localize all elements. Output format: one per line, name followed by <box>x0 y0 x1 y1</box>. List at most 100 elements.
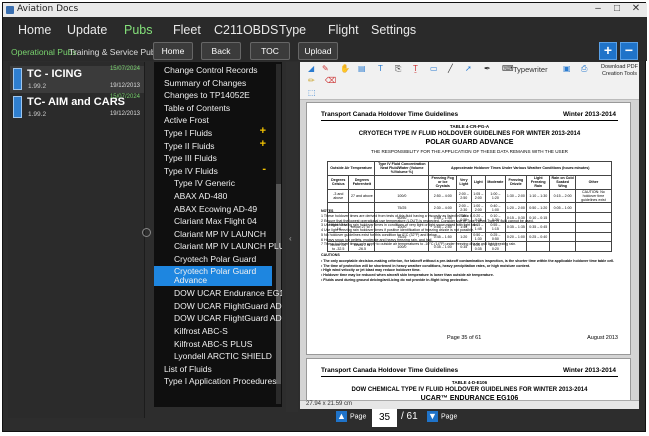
scrollbar-thumb[interactable] <box>276 184 281 384</box>
toc-item[interactable]: Type II Fluids + <box>154 138 272 153</box>
select-tool-icon[interactable]: ⬚ <box>308 88 316 97</box>
toc-item[interactable]: Cryotech Polar Guard Advance <box>154 265 272 286</box>
table-title: DOW CHEMICAL TYPE IV FLUID HOLDOVER GUID… <box>351 387 588 393</box>
arrow-tool-icon[interactable]: ◢ <box>308 64 314 73</box>
menu-pubs[interactable]: Pubs <box>124 23 153 37</box>
toc-item-label: Type III Fluids <box>164 153 217 164</box>
menu-home[interactable]: Home <box>18 23 51 37</box>
table-header-cell: Type IV Fluid Concentration Neat Fluid/W… <box>374 161 430 176</box>
toc-item[interactable]: Kilfrost ABC-S PLUS <box>154 338 272 351</box>
toc-item[interactable]: DOW UCAR Endurance EG106 <box>154 287 282 300</box>
close-icon[interactable]: ✕ <box>626 3 646 16</box>
toc-item-label: ABAX AD-480 <box>174 191 228 201</box>
menu-type[interactable]: Type <box>279 23 306 37</box>
toc-item[interactable]: Table of Contents <box>154 102 272 115</box>
collapse-arrow-icon[interactable]: ‹ <box>289 234 292 243</box>
eraser-tool-icon[interactable]: ⌫ <box>325 76 336 85</box>
menu-flight[interactable]: Flight <box>328 23 359 37</box>
menu-settings[interactable]: Settings <box>371 23 416 37</box>
underline-tool-icon[interactable]: Ṯ <box>413 64 418 73</box>
menu-update[interactable]: Update <box>67 23 107 37</box>
table-id: TABLE 4-CR-PG-A <box>449 124 490 129</box>
zoom-out-button[interactable]: − <box>620 42 638 60</box>
book-update-date: 15/07/2024 <box>109 66 140 72</box>
menu-fleet[interactable]: Fleet <box>173 23 201 37</box>
book-item[interactable]: TC- AIM and CARS 1.99.2 15/07/2024 19/12… <box>10 94 144 121</box>
toc-item-label: ABAX Ecowing AD-49 <box>174 203 258 214</box>
highlight-tool-icon[interactable]: ▤ <box>358 64 366 73</box>
toc-item[interactable]: Active Frost <box>154 114 272 127</box>
panel-resize-handle[interactable] <box>142 228 151 237</box>
page-total: / 61 <box>401 411 418 422</box>
toc-item[interactable]: Changes to TP14052E <box>154 89 272 102</box>
toc-item[interactable]: Type IV Generic <box>154 177 272 190</box>
typewriter-icon[interactable]: ⌨ <box>502 64 514 73</box>
header-rule <box>321 376 618 377</box>
book-icon <box>13 96 22 118</box>
toc-item-label: Type IV Fluids <box>164 165 218 176</box>
toc-item[interactable]: Summary of Changes <box>154 77 272 90</box>
page-header-right: Winter 2013-2014 <box>562 111 616 118</box>
toc-item[interactable]: ABAX AD-480 <box>154 190 272 203</box>
toc-item[interactable]: Cryotech Polar Guard <box>154 253 272 266</box>
marker-tool-icon[interactable]: ✎ <box>322 64 329 73</box>
expand-icon[interactable]: + <box>260 138 266 150</box>
image-tool-icon[interactable]: ▣ <box>563 64 571 73</box>
page-number-input[interactable]: 35 <box>372 409 397 427</box>
stamp-tool-icon[interactable]: ⎘ <box>395 64 401 74</box>
splitter[interactable]: ‹ <box>286 62 298 412</box>
app-icon <box>6 6 14 14</box>
hand-tool-icon[interactable]: ✋ <box>340 64 350 73</box>
tab-training-service-pubs[interactable]: Training & Service Pubs <box>69 47 160 57</box>
toc-item[interactable]: List of Fluids <box>154 363 272 376</box>
toc-item-label: Type I Application Procedures <box>164 376 277 387</box>
book-version: 1.99.2 <box>28 83 47 90</box>
shape-tool-icon[interactable]: ▭ <box>430 64 438 73</box>
toc-item[interactable]: Lyondell ARCTIC SHIELD <box>154 350 272 363</box>
toc-item[interactable]: Clariant Max Flight 04 <box>154 215 272 228</box>
next-page-button[interactable]: ▼ Page <box>427 411 457 426</box>
zoom-in-button[interactable]: + <box>599 42 617 60</box>
back-button[interactable]: Back <box>201 42 241 60</box>
table-subheader-cell: Rain on Cold Soaked Wing <box>549 174 576 190</box>
upload-button[interactable]: Upload <box>298 42 338 60</box>
toc-item[interactable]: Kilfrost ABC-S <box>154 325 272 338</box>
tab-operational-pubs[interactable]: Operational Pubs <box>11 47 77 57</box>
toc-button[interactable]: TOC <box>250 42 290 60</box>
collapse-icon[interactable]: - <box>262 163 266 175</box>
table-subheader-cell: Moderate <box>485 174 506 190</box>
toc-item[interactable]: ABAX Ecowing AD-49 <box>154 203 272 216</box>
toc-item[interactable]: DOW UCAR FlightGuard AD-49 <box>154 312 282 325</box>
toc-item[interactable]: Type IV Fluids - <box>154 163 272 178</box>
toc-item[interactable]: Change Control Records <box>154 64 272 77</box>
pencil-tool-icon[interactable]: ✏ <box>308 76 315 85</box>
home-button[interactable]: Home <box>153 42 193 60</box>
table-title: CRYOTECH TYPE IV FLUID HOLDOVER GUIDELIN… <box>358 131 581 137</box>
table-cell: -3 and above <box>326 188 350 204</box>
table-subheader-cell <box>374 174 430 190</box>
book-update-date: 15/07/2024 <box>109 94 140 100</box>
table-header-cell: Approximate Holdover Times Under Various… <box>428 161 612 176</box>
table-subheader-cell: Light <box>470 174 487 190</box>
toc-item-label: Type I Fluids <box>164 128 213 138</box>
arrow-shape-icon[interactable]: ➚ <box>465 64 472 73</box>
toc-item[interactable]: DOW UCAR FlightGuard AD-480 <box>154 300 282 313</box>
menu-c211obds[interactable]: C211OBDS <box>214 23 278 37</box>
line-tool-icon[interactable]: ╱ <box>448 64 453 73</box>
toc-item[interactable]: Type I Fluids + <box>154 125 272 140</box>
toc-item[interactable]: Clariant MP IV LAUNCH <box>154 228 272 241</box>
text-tool-icon[interactable]: T <box>378 64 383 73</box>
typewriter-button[interactable]: Typewriter <box>513 65 548 74</box>
attach-tool-icon[interactable]: ⎙ <box>581 64 587 74</box>
toc-item[interactable]: Clariant MP IV LAUNCH PLUS <box>154 240 282 253</box>
pen-tool-icon[interactable]: ✒ <box>484 64 491 73</box>
maximize-icon[interactable]: □ <box>607 3 627 16</box>
toc-item[interactable]: Type III Fluids <box>154 152 272 165</box>
toc-scrollbar[interactable] <box>276 64 281 404</box>
book-item[interactable]: TC - ICING 1.99.2 15/07/2024 19/12/2013 <box>10 66 144 93</box>
expand-icon[interactable]: + <box>260 125 266 137</box>
minimize-icon[interactable]: – <box>588 3 608 16</box>
download-pdf-tools-link[interactable]: Download PDF Creation Tools <box>600 64 639 77</box>
toc-item[interactable]: Type I Application Procedures <box>154 375 276 388</box>
prev-page-button[interactable]: ▲ Page <box>336 411 366 426</box>
